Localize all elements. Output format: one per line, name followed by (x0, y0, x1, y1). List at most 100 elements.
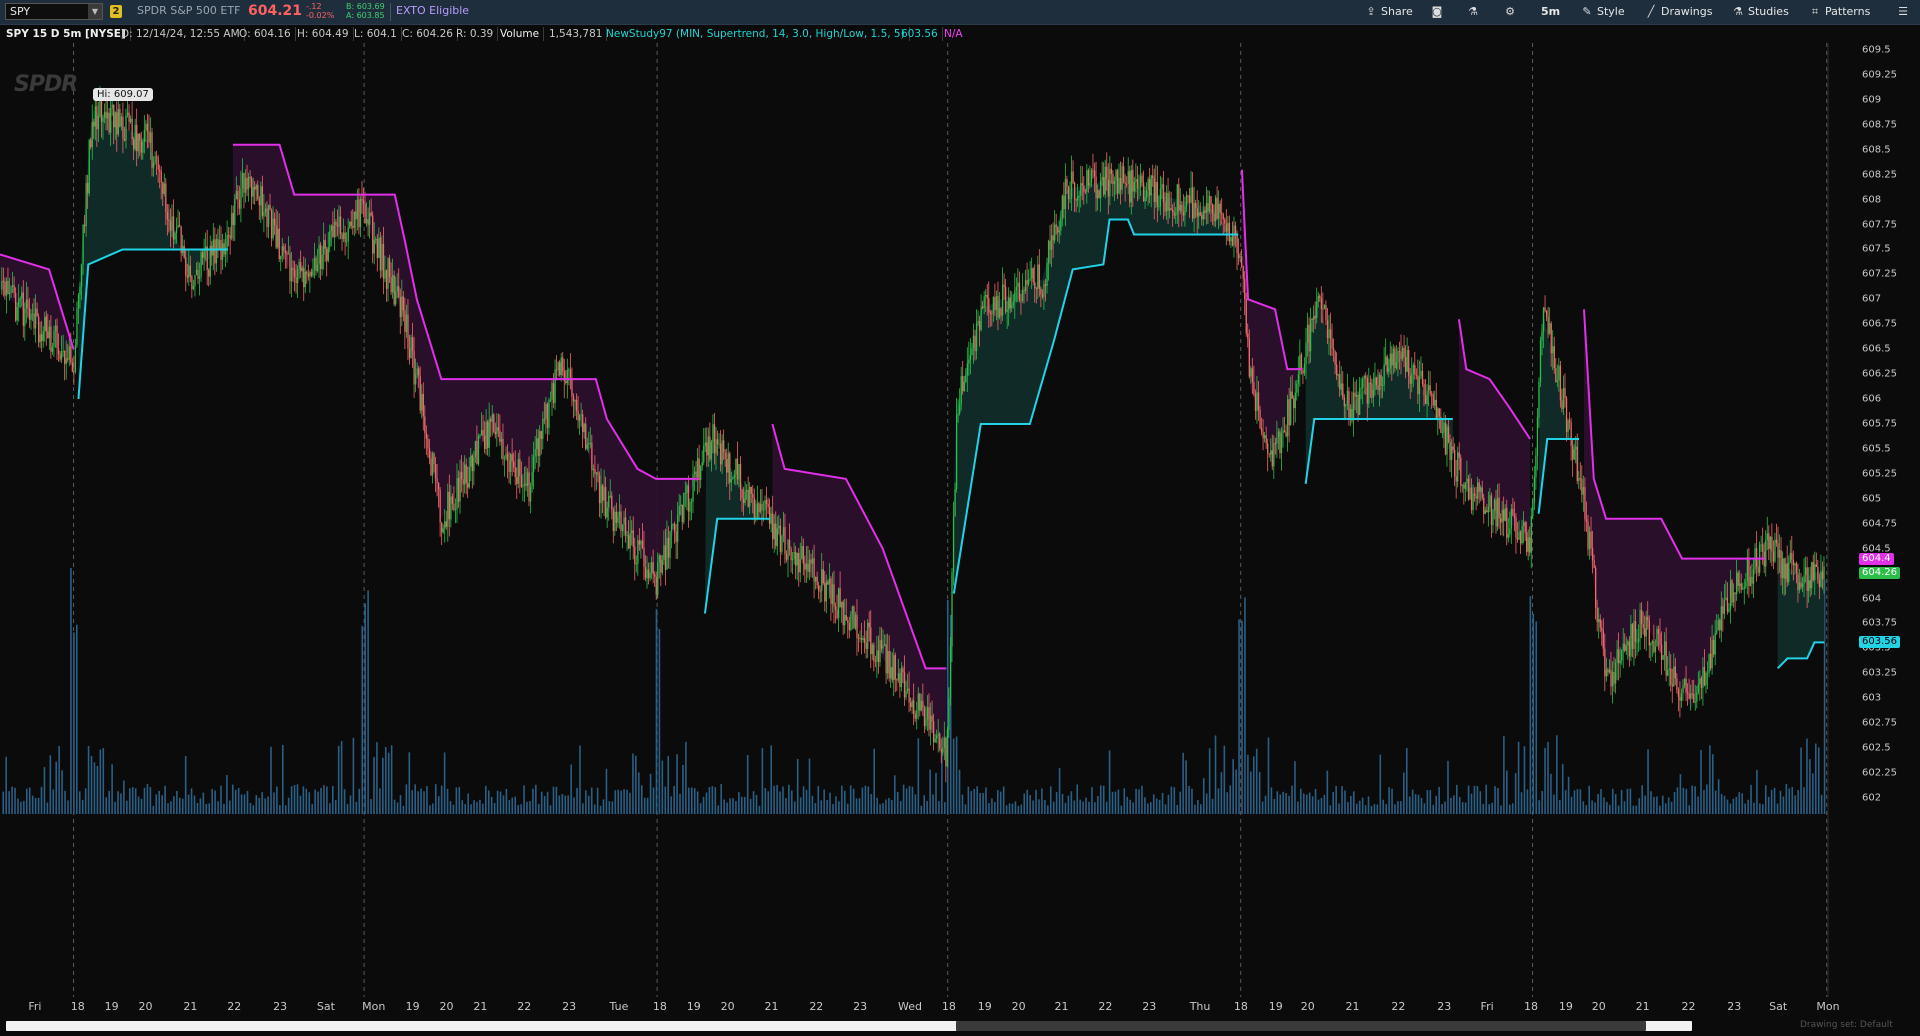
time-tick-label: 18 (70, 1000, 85, 1013)
settings-button[interactable]: ⚙ (1503, 4, 1520, 20)
price-tick-label: 607 (1862, 293, 1882, 305)
volume-bar (838, 801, 840, 814)
candle-body (1032, 268, 1034, 283)
volume-bar (1108, 750, 1111, 814)
candle-body (600, 485, 602, 504)
menu-button[interactable]: ☰ (1896, 4, 1913, 20)
candle-body (1801, 583, 1804, 588)
volume-bar (164, 785, 166, 814)
volume-bar (455, 787, 458, 814)
symbol-input[interactable]: SPY ▼ (5, 3, 103, 20)
candle-body (572, 396, 575, 402)
candle-body (59, 353, 61, 360)
flask-button[interactable]: ⚗ (1466, 4, 1483, 20)
time-tick-label: Thu (1189, 1000, 1211, 1013)
candle-body (1392, 348, 1395, 366)
scroll-thumb[interactable] (956, 1021, 1646, 1031)
candle-body (83, 224, 86, 227)
candle-body (1746, 557, 1749, 582)
timeframe-button[interactable]: 5m (1541, 4, 1560, 20)
candle-body (370, 212, 372, 216)
volume-bar (1035, 789, 1037, 814)
time-axis[interactable]: Fri 18 19 20 21 22 23 Sat Mon 19 20 21 22 23 Tue 18 19 20… (0, 997, 1839, 1017)
patterns-button[interactable]: ⌗ Patterns (1808, 4, 1870, 20)
volume-label[interactable]: Volume (496, 27, 545, 41)
volume-bar (67, 800, 69, 814)
snapshot-button[interactable]: ◙ (1430, 4, 1447, 20)
link-group-badge[interactable]: 2 (110, 5, 122, 18)
candle-body (1495, 499, 1497, 527)
candle-body (390, 277, 392, 293)
volume-bar (5, 756, 7, 814)
time-tick-label: 21 (1635, 1000, 1650, 1013)
volume-bar (761, 748, 764, 814)
candle-body (522, 484, 524, 487)
candle-body (341, 234, 343, 239)
candle-body (1536, 417, 1539, 456)
candle-body (779, 525, 782, 552)
candle-body (1264, 435, 1266, 439)
volume-bar (696, 791, 699, 814)
volume-bar (1032, 800, 1034, 814)
candle-body (828, 578, 831, 585)
volume-bar (1541, 790, 1543, 814)
bid-value: B: 603.69 (346, 2, 385, 11)
price-axis[interactable]: 609.5 609.25 609 608.75 608.5 608.25 608 607.75… (1828, 43, 1920, 997)
candle-body (802, 545, 805, 564)
volume-bar (267, 796, 269, 814)
candle-body (1522, 522, 1525, 526)
candle-body (1769, 536, 1772, 549)
candle-body (1313, 316, 1315, 321)
time-tick-label: 19 (405, 1000, 420, 1013)
candle-body (1283, 430, 1286, 433)
candle-body (208, 269, 210, 277)
style-button[interactable]: ✎ Style (1580, 4, 1624, 20)
time-tick-label: 19 (1268, 1000, 1283, 1013)
volume-bar (155, 794, 158, 814)
volume-bar (134, 788, 137, 814)
candle-body (166, 212, 169, 220)
candle-body (1395, 362, 1398, 369)
studies-button[interactable]: ⚗ Studies (1731, 4, 1789, 20)
volume-bar (11, 786, 13, 814)
drawings-button[interactable]: ╱ Drawings (1644, 4, 1713, 20)
volume-bar (502, 795, 505, 814)
volume-bar (558, 795, 561, 814)
candle-body (1424, 395, 1427, 405)
bar-open: O: 604.16 (235, 27, 296, 41)
candle-body (845, 615, 847, 621)
candle-body (1587, 521, 1589, 550)
volume-bar (1152, 794, 1155, 814)
candle-body (1357, 394, 1359, 415)
price-tick-label: 603 (1862, 692, 1882, 704)
share-button[interactable]: ⇪ Share (1364, 4, 1412, 20)
candle-body (620, 511, 622, 532)
volume-bar (896, 791, 899, 814)
exto-eligible-label: EXTO Eligible (396, 4, 470, 17)
candle-body (1191, 187, 1194, 219)
volume-bar (1706, 784, 1708, 814)
time-tick-label: 20 (1011, 1000, 1026, 1013)
volume-bar (1141, 785, 1143, 814)
study-label[interactable]: NewStudy97 (MIN, Supertrend, 14, 3.0, Hi… (602, 27, 910, 41)
candle-body (516, 476, 518, 484)
candle-body (1297, 374, 1300, 384)
volume-bar (311, 804, 314, 814)
candle-body (1457, 452, 1459, 482)
candle-body (159, 169, 161, 172)
candle-body (62, 350, 64, 352)
price-chart[interactable] (0, 43, 1920, 997)
volume-bar (1020, 804, 1023, 814)
candle-body (244, 177, 247, 193)
volume-bar (867, 786, 870, 814)
volume-bar (93, 762, 96, 814)
candle-body (1296, 383, 1298, 393)
volume-bar (1526, 789, 1529, 814)
candle-body (1581, 478, 1583, 495)
candle-body (1414, 365, 1416, 375)
symbol-dropdown-icon[interactable]: ▼ (88, 4, 102, 19)
bar-date: D: 12/14/24, 12:55 AM (117, 27, 245, 41)
candle-body (1647, 616, 1649, 621)
volume-bar (140, 798, 143, 814)
candle-body (825, 581, 828, 602)
